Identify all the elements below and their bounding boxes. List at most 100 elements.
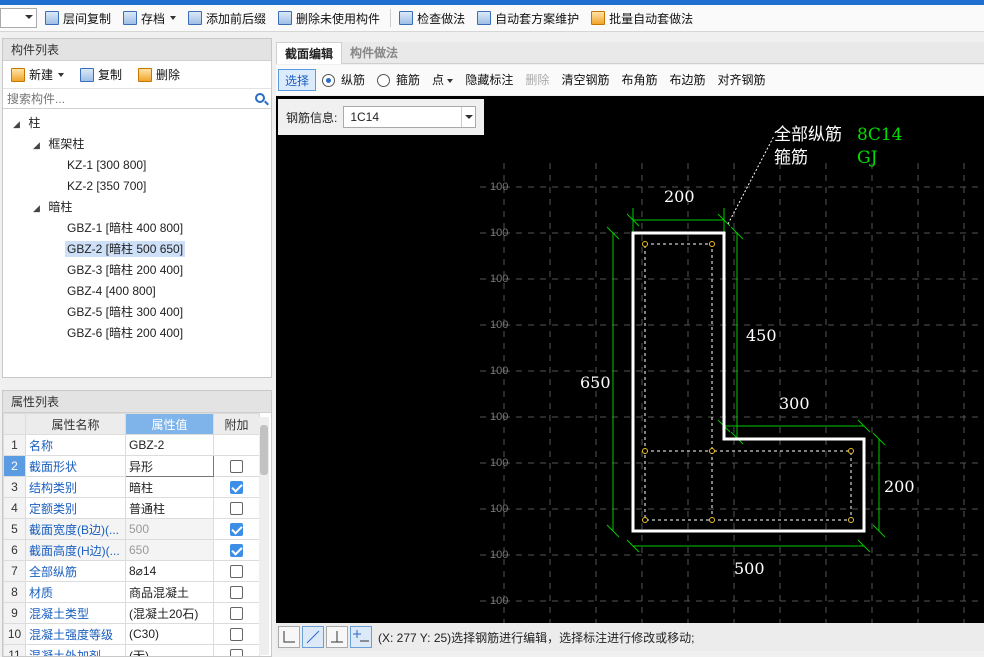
hide-label-button[interactable]: 隐藏标注 — [459, 69, 519, 91]
snap-point-button[interactable] — [350, 626, 372, 648]
chevron-down-icon[interactable] — [461, 107, 475, 127]
radio-checked-icon[interactable] — [322, 74, 336, 88]
rebar-points[interactable] — [642, 241, 854, 523]
extra-checkbox[interactable] — [230, 523, 243, 537]
floor-copy-button[interactable]: 层间复制 — [41, 7, 115, 29]
tab-section-edit[interactable]: 截面编辑 — [276, 42, 343, 64]
extra-checkbox[interactable] — [230, 649, 243, 656]
add-affix-button[interactable]: 添加前后缀 — [184, 7, 270, 29]
section-drawing[interactable]: 100100100100100100100100100100100 — [276, 96, 984, 623]
auto-scheme-button[interactable]: 自动套方案维护 — [473, 7, 583, 29]
dim-top-text[interactable]: 200 — [664, 187, 695, 206]
rebar-info-select[interactable]: 1C14 — [343, 106, 477, 128]
tree-item[interactable]: GBZ-3 [暗柱 200 400] — [3, 260, 271, 281]
extra-checkbox[interactable] — [230, 607, 243, 621]
property-value[interactable]: (C30) — [125, 623, 214, 645]
table-row[interactable]: 3 结构类别 暗柱 — [3, 476, 260, 498]
tree-item[interactable]: GBZ-1 [暗柱 400 800] — [3, 218, 271, 239]
edge-rebar-button[interactable]: 布边筋 — [663, 69, 711, 91]
copy-button[interactable]: 复制 — [76, 64, 126, 86]
table-row[interactable]: 1 名称 GBZ-2 — [3, 434, 260, 456]
table-row[interactable]: 7 全部纵筋 8⌀14 — [3, 560, 260, 582]
tree-item[interactable]: GBZ-6 [暗柱 200 400] — [3, 323, 271, 344]
table-row[interactable]: 11 混凝土外加剂 (无) — [3, 644, 260, 656]
extra-checkbox[interactable] — [230, 628, 243, 642]
tree-item-selected[interactable]: GBZ-2 [暗柱 500 650] — [3, 239, 271, 260]
radio-icon[interactable] — [377, 74, 391, 88]
select-button[interactable]: 选择 — [278, 69, 317, 91]
stirrup-radio[interactable]: 箍筋 — [371, 69, 426, 91]
tree-item[interactable]: KZ-2 [350 700] — [3, 176, 271, 197]
rebar-point[interactable] — [642, 517, 648, 523]
new-button[interactable]: 新建 — [7, 64, 68, 86]
header-value[interactable]: 属性值 — [125, 413, 214, 435]
rebar-point[interactable] — [709, 241, 715, 247]
tree-node-frame-column[interactable]: ◢ 框架柱 — [3, 134, 271, 155]
rebar-point[interactable] — [848, 448, 854, 454]
dim-right-text[interactable]: 200 — [884, 477, 915, 496]
ortho-snap-button[interactable] — [278, 626, 300, 648]
property-value[interactable]: 650 — [125, 539, 214, 561]
check-method-button[interactable]: 检查做法 — [395, 7, 469, 29]
collapse-icon[interactable]: ◢ — [13, 114, 23, 135]
scrollbar-thumb[interactable] — [260, 425, 268, 475]
tree-item[interactable]: KZ-1 [300 800] — [3, 155, 271, 176]
vertical-scrollbar[interactable] — [259, 417, 269, 655]
corner-rebar-button[interactable]: 布角筋 — [615, 69, 663, 91]
extra-checkbox[interactable] — [230, 460, 243, 474]
tab-component-method[interactable]: 构件做法 — [342, 42, 406, 64]
extra-checkbox[interactable] — [230, 481, 243, 495]
point-button[interactable]: 点 — [426, 69, 459, 91]
property-value[interactable]: 普通柱 — [125, 497, 214, 519]
extra-checkbox[interactable] — [230, 544, 243, 558]
collapse-icon[interactable]: ◢ — [33, 198, 43, 219]
delete-unused-button[interactable]: 删除未使用构件 — [274, 7, 384, 29]
archive-button[interactable]: 存档 — [119, 7, 180, 29]
batch-auto-button[interactable]: 批量自动套做法 — [587, 7, 697, 29]
extra-checkbox[interactable] — [230, 586, 243, 600]
tree-item[interactable]: GBZ-4 [400 800] — [3, 281, 271, 302]
table-row[interactable]: 9 混凝土类型 (混凝土20石) — [3, 602, 260, 624]
dim-left-text[interactable]: 650 — [580, 373, 611, 392]
table-row[interactable]: 5 截面宽度(B边)(... 500 — [3, 518, 260, 540]
dim-inner-text[interactable]: 450 — [746, 326, 777, 345]
extra-checkbox[interactable] — [230, 565, 243, 579]
perpendicular-button[interactable] — [326, 626, 348, 648]
dim-step-text[interactable]: 300 — [779, 394, 810, 413]
property-value[interactable]: GBZ-2 — [125, 434, 214, 456]
section-canvas[interactable]: 100100100100100100100100100100100 — [276, 96, 984, 623]
delete-rebar-button[interactable]: 删除 — [519, 69, 555, 91]
longitudinal-radio[interactable]: 纵筋 — [316, 69, 371, 91]
section-outline[interactable] — [631, 231, 866, 533]
header-extra[interactable]: 附加 — [213, 413, 260, 435]
tree-node-root[interactable]: ◢ 柱 — [3, 113, 271, 134]
align-rebar-button[interactable]: 对齐钢筋 — [711, 69, 771, 91]
table-row[interactable]: 6 截面高度(H边)(... 650 — [3, 539, 260, 561]
rebar-point[interactable] — [642, 448, 648, 454]
property-value[interactable]: 商品混凝土 — [125, 581, 214, 603]
property-value[interactable]: 异形 — [125, 455, 214, 477]
search-icon[interactable] — [255, 93, 265, 103]
delete-button[interactable]: 删除 — [134, 64, 184, 86]
floor-combo[interactable] — [0, 8, 37, 28]
property-value[interactable]: (混凝土20石) — [125, 602, 214, 624]
property-value[interactable]: 8⌀14 — [125, 560, 214, 582]
tree-item[interactable]: GBZ-5 [暗柱 300 400] — [3, 302, 271, 323]
property-value[interactable]: (无) — [125, 644, 214, 656]
stirrup-outline[interactable] — [644, 243, 852, 521]
search-input[interactable] — [3, 89, 271, 108]
dynamic-snap-button[interactable] — [302, 626, 324, 648]
collapse-icon[interactable]: ◢ — [33, 135, 43, 156]
tree-node-hidden-column[interactable]: ◢ 暗柱 — [3, 197, 271, 218]
extra-checkbox[interactable] — [230, 502, 243, 516]
rebar-point[interactable] — [709, 517, 715, 523]
rebar-point[interactable] — [709, 448, 715, 454]
property-value[interactable]: 500 — [125, 518, 214, 540]
header-name[interactable]: 属性名称 — [25, 413, 126, 435]
property-value[interactable]: 暗柱 — [125, 476, 214, 498]
rebar-point[interactable] — [848, 517, 854, 523]
rebar-note[interactable]: 全部纵筋 8C14 箍筋 GJ — [774, 125, 902, 168]
table-row[interactable]: 8 材质 商品混凝土 — [3, 581, 260, 603]
table-row[interactable]: 2 截面形状 异形 — [3, 455, 260, 477]
dim-bottom-text[interactable]: 500 — [734, 559, 765, 578]
